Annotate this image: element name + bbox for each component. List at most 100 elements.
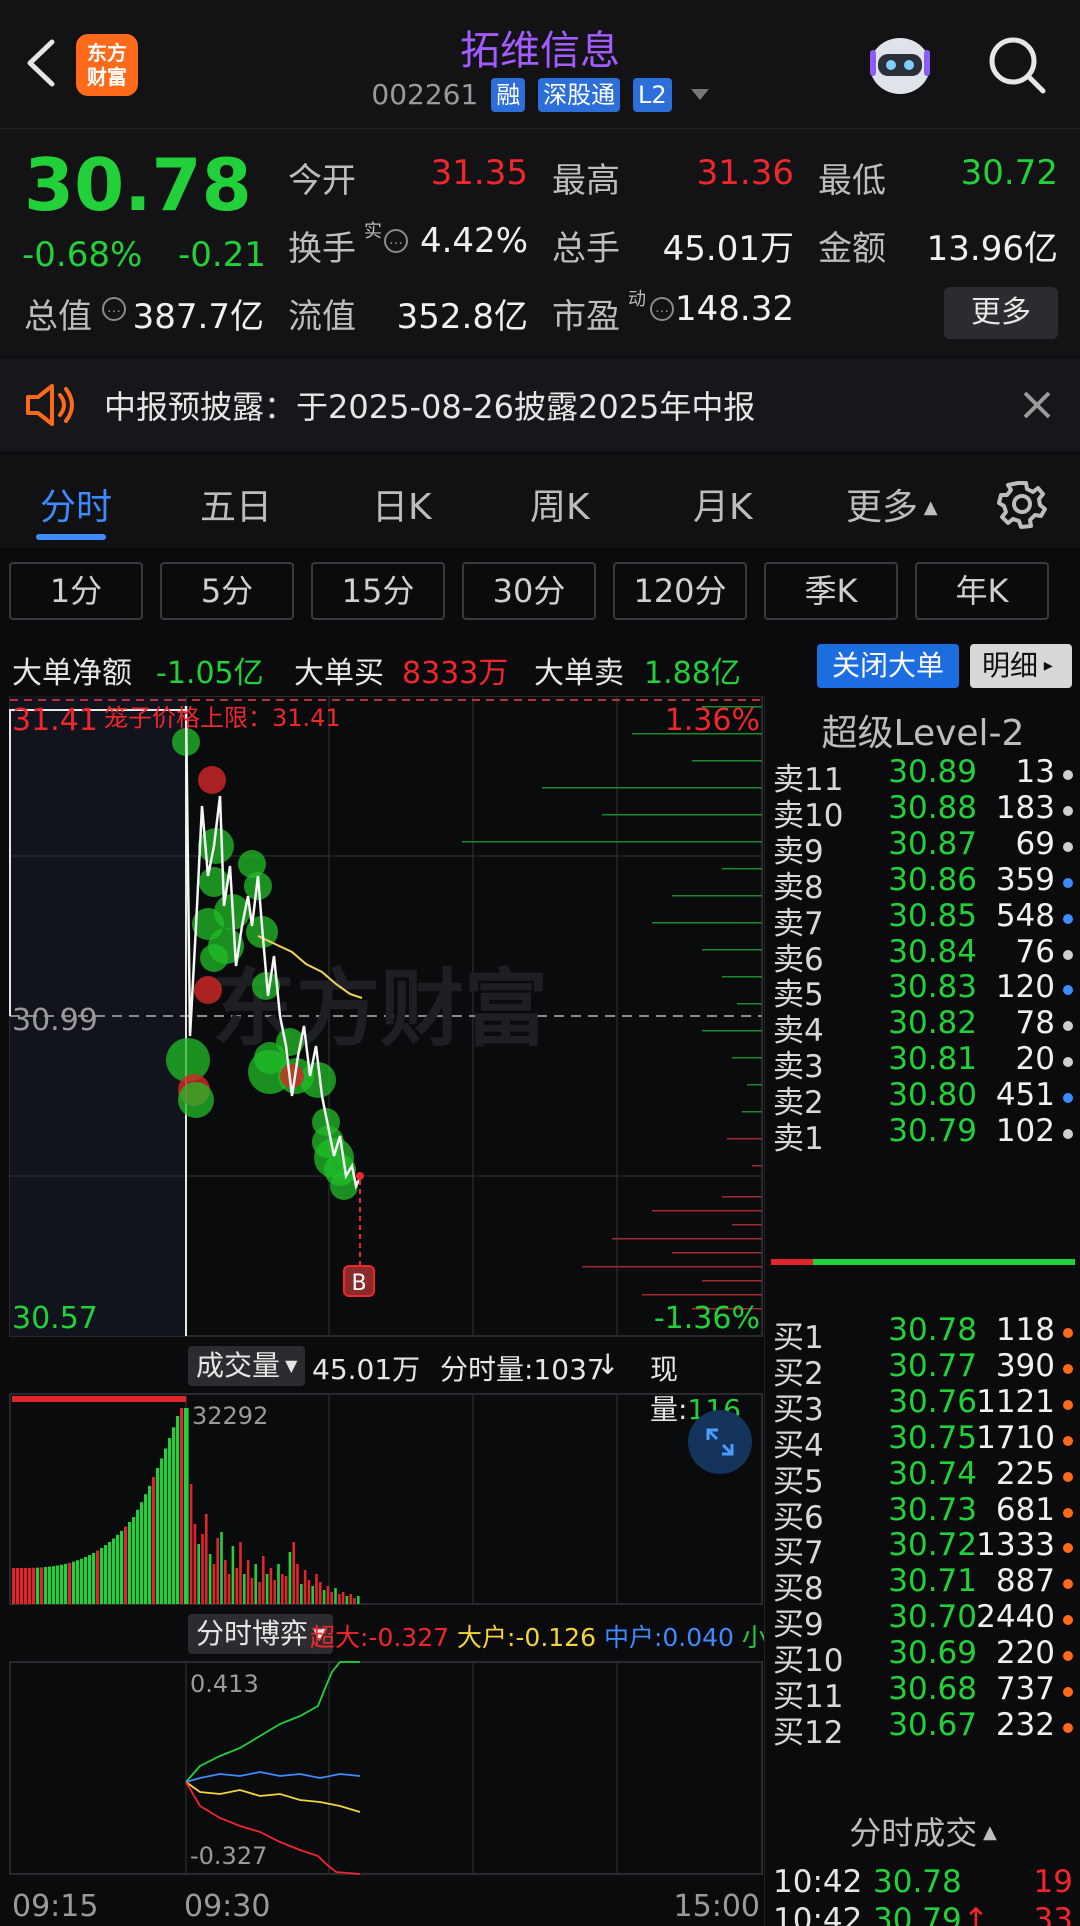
close-big-order-button[interactable]: 关闭大单 xyxy=(817,644,959,688)
intraday-chart[interactable]: 东方财富 B 31.41 笼子价格上限：31.41 1.36% 30.99 30… xyxy=(0,695,764,1926)
subtab-120min[interactable]: 120分 xyxy=(613,562,747,620)
bid-ask-ratio-bar-red xyxy=(771,1259,813,1265)
volume-bar xyxy=(92,1552,96,1604)
depth-bar xyxy=(727,1138,762,1140)
depth-bar xyxy=(742,1111,762,1113)
depth-bar xyxy=(722,868,762,870)
book-row-volume: 359 xyxy=(995,861,1055,898)
volume-bar xyxy=(250,1578,254,1604)
info-icon[interactable]: … xyxy=(650,297,674,321)
search-icon[interactable] xyxy=(986,34,1048,96)
depth-bar xyxy=(702,1280,762,1282)
mktcap-value: 387.7亿 xyxy=(132,297,264,337)
book-row-volume: 183 xyxy=(995,789,1055,826)
book-row-price: 30.75 xyxy=(888,1419,977,1456)
amount-value: 13.96亿 xyxy=(926,229,1058,269)
robot-assistant-icon[interactable] xyxy=(862,30,938,100)
volume-bar xyxy=(48,1566,52,1604)
depth-bar xyxy=(642,1294,762,1296)
legend-large: 大户:-0.126 xyxy=(456,1623,596,1652)
volume-bar xyxy=(254,1564,257,1604)
book-row-volume: 76 xyxy=(1015,933,1055,970)
tab-five-day[interactable]: 五日 xyxy=(200,478,272,530)
chart-area[interactable]: 东方财富 B 31.41 笼子价格上限：31.41 1.36% 30.99 30… xyxy=(0,695,872,1926)
book-row-dot xyxy=(1063,1543,1073,1554)
book-row-dot xyxy=(1063,1057,1073,1068)
pe-sup: 动 xyxy=(628,289,646,310)
big-buy-value: 8333万 xyxy=(402,656,509,691)
turnover-label: 换手 xyxy=(288,229,356,269)
book-row-volume: 20 xyxy=(1015,1041,1055,1078)
book-row-dot xyxy=(1063,1435,1073,1446)
top-price-label: 31.41 xyxy=(12,703,98,738)
tab-weekly-k[interactable]: 周K xyxy=(530,478,590,530)
book-row-volume: 548 xyxy=(995,897,1055,934)
volume-selector[interactable]: 成交量 ▼ xyxy=(188,1346,306,1386)
subtab-1min[interactable]: 1分 xyxy=(9,562,143,620)
book-row-dot xyxy=(1063,877,1073,888)
volume-bar xyxy=(338,1594,341,1604)
subtab-30min[interactable]: 30分 xyxy=(462,562,596,620)
book-row[interactable]: 买12 30.67 232 xyxy=(765,1707,1080,1751)
depth-bar xyxy=(462,841,762,843)
volume-max-label: 32292 xyxy=(192,1402,268,1430)
tab-more[interactable]: 更多 ▲ xyxy=(846,478,938,530)
volume-bar xyxy=(292,1542,295,1604)
book-row-price: 30.67 xyxy=(888,1706,977,1743)
volume-bar xyxy=(84,1556,88,1604)
volume-bar xyxy=(100,1547,104,1604)
depth-bar xyxy=(692,760,762,762)
book-title[interactable]: 超级Level-2 xyxy=(765,704,1080,756)
book-row-price: 30.84 xyxy=(888,933,977,970)
volume-bar xyxy=(262,1556,265,1604)
volume-bar xyxy=(186,1408,189,1604)
pe-label: 市盈 xyxy=(552,297,620,337)
book-row-price: 30.78 xyxy=(888,1312,977,1348)
book-row-volume: 681 xyxy=(995,1491,1055,1528)
notice-bar[interactable]: 中报预披露：于2025-08-26披露2025年中报 xyxy=(0,358,1080,452)
big-net-value: -1.05亿 xyxy=(156,656,264,691)
volume-bar xyxy=(227,1574,231,1604)
subtab-quarter-k[interactable]: 季K xyxy=(764,562,898,620)
badge-connect: 深股通 xyxy=(538,78,621,112)
tab-monthly-k[interactable]: 月K xyxy=(693,478,753,530)
info-icon[interactable]: … xyxy=(102,297,126,321)
notice-text: 中报预披露：于2025-08-26披露2025年中报 xyxy=(104,388,756,426)
more-button[interactable]: 更多 xyxy=(944,287,1058,339)
change-percent: -0.68% xyxy=(22,235,143,275)
book-row-volume: 1333 xyxy=(976,1527,1055,1564)
low-label: 最低 xyxy=(818,161,886,201)
volume-bar xyxy=(172,1427,176,1604)
chevron-down-icon[interactable] xyxy=(690,89,709,100)
book-row-price: 30.77 xyxy=(888,1347,977,1384)
tab-more-label: 更多 xyxy=(846,487,919,528)
volume-total: 45.01万 xyxy=(312,1353,421,1386)
trade-time: 10:42 xyxy=(773,1902,863,1926)
high-value: 31.36 xyxy=(696,153,794,193)
legend-super: 超大:-0.327 xyxy=(310,1623,450,1652)
tab-daily-k[interactable]: 日K xyxy=(372,478,432,530)
legend-mid: 中户:0.040 xyxy=(603,1623,734,1652)
trades-title-label: 分时成交 xyxy=(849,1814,978,1852)
expand-chart-button[interactable] xyxy=(688,1410,752,1474)
volume-bar xyxy=(288,1552,292,1604)
gear-icon[interactable] xyxy=(996,478,1048,530)
volume-bar xyxy=(330,1592,333,1604)
subtab-5min[interactable]: 5分 xyxy=(160,562,294,620)
volume-bar xyxy=(224,1560,227,1604)
detail-button[interactable]: 明细 ▸ xyxy=(970,644,1072,688)
trades-title[interactable]: 分时成交 ▲ xyxy=(765,1808,1080,1854)
volume-bar xyxy=(112,1538,116,1604)
caret-up-icon: ▲ xyxy=(977,1822,997,1843)
volume-bar xyxy=(80,1558,84,1604)
volume-selector-label: 成交量 xyxy=(196,1349,281,1382)
volume-bar xyxy=(307,1580,311,1604)
subtab-year-k[interactable]: 年K xyxy=(915,562,1049,620)
subtab-15min[interactable]: 15分 xyxy=(311,562,445,620)
volume-bar xyxy=(235,1568,238,1604)
close-icon[interactable] xyxy=(1022,390,1052,420)
book-row[interactable]: 卖1 30.79 102 xyxy=(765,1113,1080,1157)
book-row-volume: 1121 xyxy=(976,1383,1055,1420)
tab-intraday[interactable]: 分时 xyxy=(40,478,112,530)
volume-bar xyxy=(319,1582,322,1604)
